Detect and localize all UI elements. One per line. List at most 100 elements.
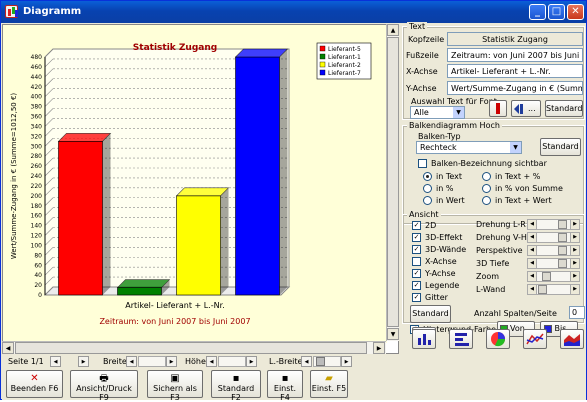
spalten-label: Anzahl Spalten/Seite [474, 309, 557, 318]
scroll-up-icon[interactable]: ▲ [387, 24, 399, 36]
font-select-value: Alle [414, 108, 429, 117]
scroll-right-icon[interactable]: ▶ [373, 342, 385, 354]
vertical-scrollbar[interactable]: ▲ ▼ [386, 24, 399, 341]
bar [117, 287, 162, 296]
lwand-label: L-Wand [476, 285, 506, 294]
ansicht-druck-button[interactable]: 🖶 Ansicht/Druck F9 [70, 370, 138, 402]
radio-percent-of-sum[interactable] [482, 184, 491, 193]
legend-width-left-icon[interactable]: ◀ [301, 356, 312, 367]
maximize-icon[interactable]: □ [548, 4, 565, 20]
area-chart-icon [564, 334, 580, 346]
check-3d-waende[interactable]: ✓ [412, 245, 421, 254]
xachse-field[interactable]: Artikel- Lieferant + L.-Nr. [447, 64, 583, 78]
check-3d-effekt[interactable]: ✓ [412, 233, 421, 242]
vertical-bar-button[interactable] [412, 329, 436, 349]
minimize-icon[interactable]: _ [529, 4, 546, 20]
vertical-scroll-thumb[interactable] [387, 37, 399, 327]
page-next-icon[interactable]: ▶ [78, 356, 89, 367]
check-gitter[interactable]: ✓ [412, 293, 421, 302]
y-tick-label: 120 [31, 233, 43, 240]
standard-f2-button[interactable]: ▪ Standard F2 [211, 370, 261, 402]
lwand-slider[interactable]: ◀ ▶ [527, 284, 580, 295]
radio-in-percent[interactable] [423, 184, 432, 193]
width-left-icon[interactable]: ◀ [126, 356, 137, 367]
spalten-input[interactable]: 0 [569, 306, 585, 319]
drehung-vh-slider[interactable]: ◀ ▶ [527, 232, 580, 243]
area-chart-button[interactable] [560, 329, 584, 349]
title-bar[interactable]: Diagramm _ □ ✕ [1, 1, 586, 23]
text-standard-button[interactable]: Standard [545, 100, 583, 117]
einst-f5-button[interactable]: ▰ Einst. F5 [310, 370, 348, 398]
height-track[interactable] [218, 356, 246, 367]
bar-side [279, 49, 288, 295]
kopfzeile-field[interactable]: Statistik Zugang [447, 32, 583, 46]
legend-width-thumb[interactable] [316, 357, 325, 366]
bar [235, 56, 280, 296]
scroll-down-icon[interactable]: ▼ [387, 328, 399, 340]
drehung-lr-slider[interactable]: ◀ ▶ [527, 219, 580, 230]
font-label: Auswahl Text für Font [411, 97, 497, 106]
radio-in-text[interactable] [423, 172, 432, 181]
radio-in-value[interactable] [423, 196, 432, 205]
bar-type-select[interactable]: Rechteck ▼ [416, 141, 522, 154]
radio-in-text-label: in Text [436, 172, 463, 181]
close-icon[interactable]: ✕ [567, 4, 584, 20]
yachse-field[interactable]: Wert/Summe-Zugang in € (Summe=10 [447, 81, 583, 95]
legend-item: Lieferant-7 [328, 70, 361, 77]
fusszeile-field[interactable]: Zeitraum: von Juni 2007 bis Juni 2007 [447, 48, 583, 62]
bar-label-visible-checkbox[interactable] [418, 159, 427, 168]
scroll-left-icon[interactable]: ◀ [2, 342, 14, 354]
chart-app-icon [5, 5, 18, 18]
pie-chart-icon [491, 332, 506, 347]
font-color-button[interactable] [489, 100, 507, 117]
horizontal-scrollbar[interactable]: ◀ ▶ [2, 341, 386, 354]
y-tick-label: 420 [31, 84, 43, 91]
chevron-down-icon[interactable]: ▼ [453, 107, 464, 118]
bar-label-visible-label: Balken-Bezeichnung sichtbar [431, 159, 547, 168]
chart-panel: 0 20 40 60 80 100 120 140 160 180 200 220 240 260 280 3… [2, 24, 399, 354]
chevron-down-icon[interactable]: ▼ [510, 142, 521, 153]
view-standard-button[interactable]: Standard [410, 305, 451, 323]
y-tick-label: 140 [31, 223, 43, 230]
pie-chart-button[interactable] [486, 329, 510, 349]
font-button[interactable]: ... [511, 100, 541, 117]
legend-width-track[interactable] [313, 356, 341, 367]
bar-type-value: Rechteck [420, 143, 457, 152]
horizontal-bar-button[interactable] [449, 329, 473, 349]
close-icon: ✕ [30, 373, 39, 384]
radio-in-text-value[interactable] [482, 196, 491, 205]
beenden-button[interactable]: ✕ Beenden F6 [6, 370, 63, 398]
legend-width-right-icon[interactable]: ▶ [341, 356, 352, 367]
font-select[interactable]: Alle ▼ [410, 106, 465, 119]
x-axis-label: Artikel- Lieferant + L.-Nr. [125, 301, 225, 310]
line-chart-button[interactable] [523, 329, 547, 349]
y-tick-label: 380 [31, 104, 43, 111]
ansicht-druck-label: Ansicht/Druck F9 [76, 384, 132, 402]
height-left-icon[interactable]: ◀ [206, 356, 217, 367]
check-y-achse[interactable]: ✓ [412, 269, 421, 278]
check-legende[interactable]: ✓ [412, 281, 421, 290]
save-as-icon: ▣ [170, 373, 180, 384]
width-right-icon[interactable]: ▶ [166, 356, 177, 367]
height-right-icon[interactable]: ▶ [246, 356, 257, 367]
chart-title: Statistik Zugang [133, 43, 217, 53]
page-prev-icon[interactable]: ◀ [50, 356, 61, 367]
page-label: Seite 1/1 [8, 357, 44, 366]
legend-swatch [319, 61, 326, 68]
horizontal-scroll-thumb[interactable] [15, 342, 367, 354]
bar-group-label: Balkendiagramm Hoch [407, 121, 502, 130]
bar-standard-button[interactable]: Standard [540, 138, 581, 156]
radio-in-text-percent[interactable] [482, 172, 491, 181]
check-x-achse[interactable] [412, 257, 421, 266]
legend-item: Lieferant-5 [328, 46, 361, 53]
slider-right-icon: ▶ [570, 220, 579, 229]
check-2d[interactable]: ✓ [412, 221, 421, 230]
view-group: Ansicht ✓ 2D ✓ 3D-Effekt ✓ 3D-Wände X-Ac… [402, 210, 585, 324]
perspektive-slider[interactable]: ◀ ▶ [527, 245, 580, 256]
bar-side [220, 187, 229, 295]
width-track[interactable] [138, 356, 166, 367]
einst-f4-button[interactable]: ▪ Einst. F4 [267, 370, 303, 402]
tiefe-slider[interactable]: ◀ ▶ [527, 258, 580, 269]
zoom-slider[interactable]: ◀ ▶ [527, 271, 580, 282]
sichern-button[interactable]: ▣ Sichern als F3 [147, 370, 203, 402]
